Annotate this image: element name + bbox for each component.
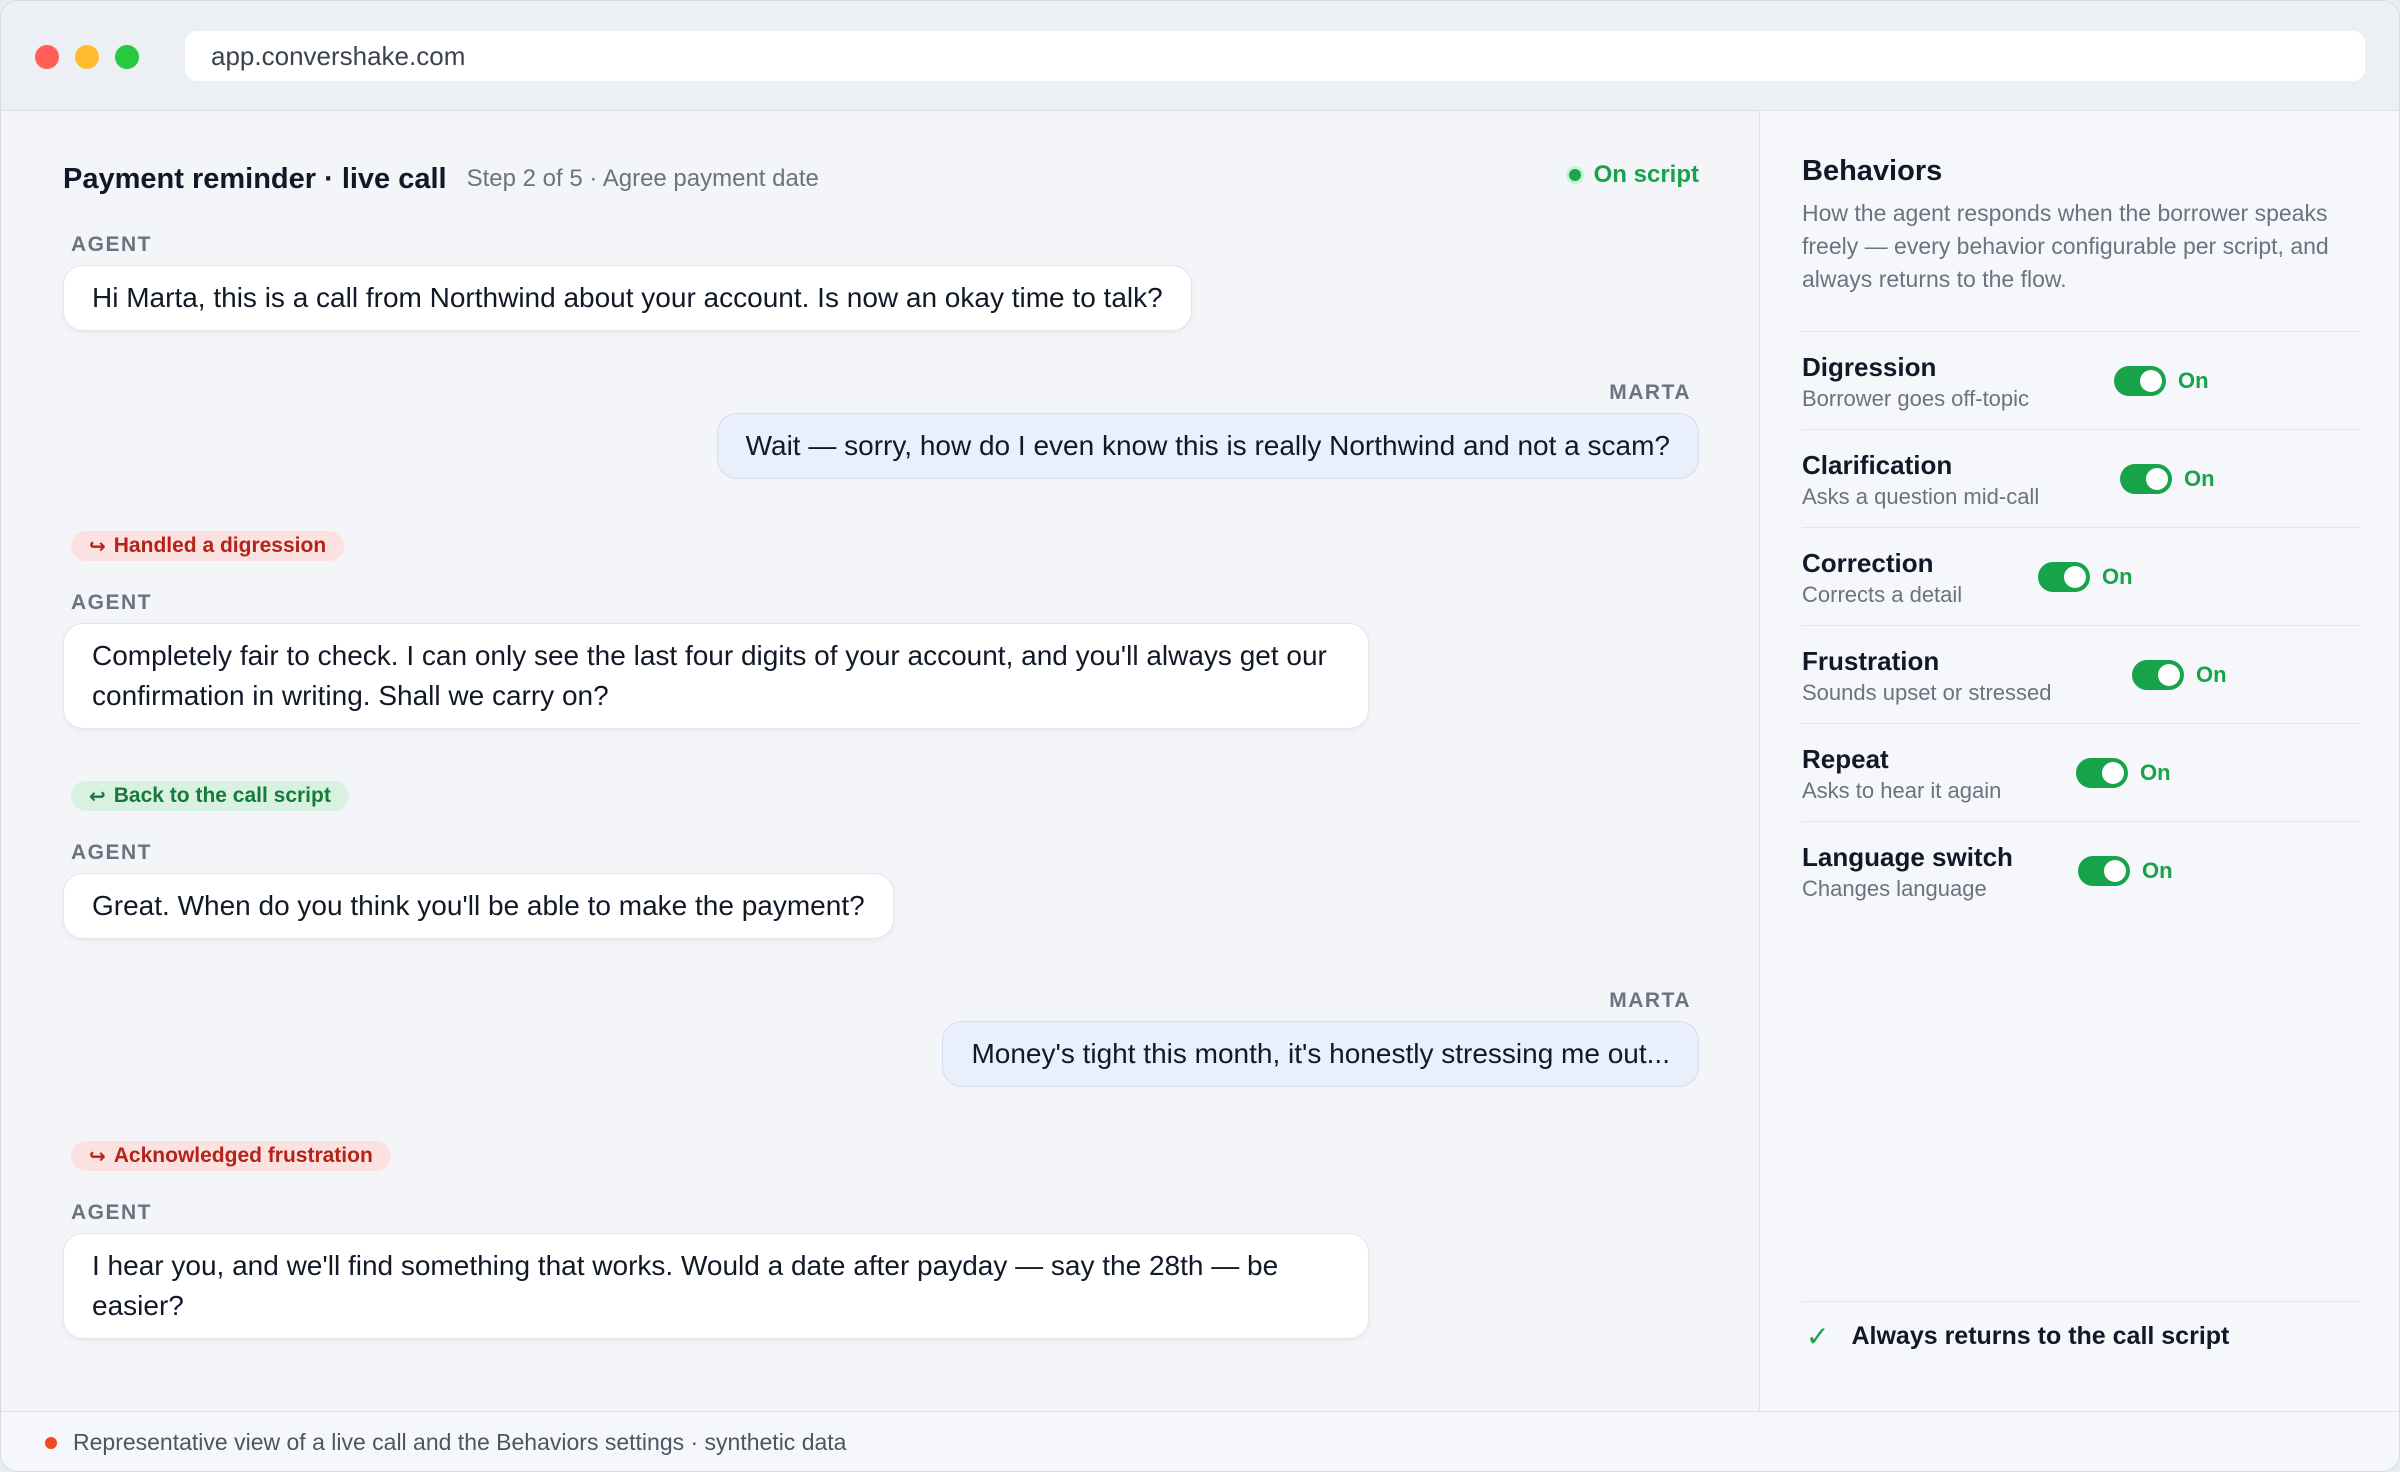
toggle-switch[interactable] — [2114, 366, 2166, 396]
repeat-toggle[interactable]: On — [2076, 758, 2171, 788]
return-arrow-icon: ↩ — [89, 785, 106, 808]
behaviors-footer: ✓ Always returns to the call script — [1802, 1301, 2360, 1371]
speaker-label: MARTA — [1609, 989, 1691, 1012]
call-step: Step 2 of 5 · Agree payment date — [466, 165, 819, 192]
borrower-message: Money's tight this month, it's honestly … — [942, 1021, 1699, 1087]
toggle-state: On — [2184, 466, 2215, 491]
call-title: Payment reminder · live call — [63, 162, 447, 195]
behavior-description: Changes language — [1802, 876, 1987, 901]
behavior-name: Correction — [1802, 548, 1934, 578]
speaker-label: AGENT — [71, 233, 152, 256]
behavior-tag-digression: ↪ Handled a digression — [71, 531, 345, 561]
speaker-label: AGENT — [71, 1201, 152, 1224]
toggle-knob — [2064, 566, 2086, 588]
toggle-state: On — [2140, 760, 2171, 785]
behavior-name: Frustration — [1802, 646, 1940, 676]
toggle-switch[interactable] — [2076, 758, 2128, 788]
behavior-name: Language switch — [1802, 842, 2013, 872]
behavior-description: Corrects a detail — [1802, 582, 1963, 607]
toggle-state: On — [2178, 368, 2209, 393]
call-header: Payment reminder · live call Step 2 of 5… — [63, 159, 1699, 199]
title-bar: app.convershake.com — [1, 1, 2399, 111]
agent-message: Hi Marta, this is a call from Northwind … — [63, 265, 1192, 331]
url-text: app.convershake.com — [211, 40, 466, 71]
status-dot-icon — [1565, 166, 1584, 184]
behavior-tag-return: ↩ Back to the call script — [71, 781, 349, 811]
agent-message: I hear you, and we'll find something tha… — [63, 1233, 1369, 1339]
tag-label: Back to the call script — [113, 784, 331, 807]
toggle-knob — [2102, 762, 2124, 784]
caption-text: Representative view of a live call and t… — [73, 1429, 847, 1455]
script-status-label: On script — [1593, 161, 1699, 188]
behaviors-title: Behaviors — [1802, 155, 1943, 187]
toggle-knob — [2146, 468, 2168, 490]
behavior-row-language-switch: Language switch Changes language On — [1802, 821, 2360, 919]
behavior-description: Asks to hear it again — [1802, 778, 2002, 803]
redirect-arrow-icon: ↪ — [89, 535, 106, 558]
toggle-knob — [2158, 664, 2180, 686]
behaviors-panel: Behaviors How the agent responds when th… — [1759, 111, 2399, 1411]
behavior-row-correction: Correction Corrects a detail On — [1802, 527, 2360, 625]
close-window-button[interactable] — [35, 45, 59, 69]
behavior-name: Clarification — [1802, 450, 1953, 480]
toggle-knob — [2104, 860, 2126, 882]
behavior-row-clarification: Clarification Asks a question mid-call O… — [1802, 429, 2360, 527]
frustration-toggle[interactable]: On — [2132, 660, 2227, 690]
address-bar[interactable]: app.convershake.com — [185, 31, 2365, 81]
agent-message: Completely fair to check. I can only see… — [63, 623, 1369, 729]
checkmark-icon: ✓ — [1806, 1321, 1830, 1352]
language-switch-toggle[interactable]: On — [2078, 856, 2173, 886]
toggle-switch[interactable] — [2120, 464, 2172, 494]
live-indicator-dot-icon — [45, 1436, 57, 1449]
behavior-description: Sounds upset or stressed — [1802, 680, 2052, 705]
behavior-row-repeat: Repeat Asks to hear it again On — [1802, 723, 2360, 821]
behavior-row-frustration: Frustration Sounds upset or stressed On — [1802, 625, 2360, 723]
behavior-description: Asks a question mid-call — [1802, 484, 2040, 509]
toggle-switch[interactable] — [2132, 660, 2184, 690]
behavior-name: Repeat — [1802, 744, 1889, 774]
maximize-window-button[interactable] — [115, 45, 139, 69]
caption-bar: Representative view of a live call and t… — [1, 1411, 2399, 1471]
call-transcript-panel: Payment reminder · live call Step 2 of 5… — [1, 111, 1759, 1411]
toggle-switch[interactable] — [2078, 856, 2130, 886]
behavior-tag-frustration: ↪ Acknowledged frustration — [71, 1141, 391, 1171]
script-status-badge: On script — [1565, 161, 1699, 189]
digression-toggle[interactable]: On — [2114, 366, 2209, 396]
clarification-toggle[interactable]: On — [2120, 464, 2215, 494]
always-returns-label: Always returns to the call script — [1851, 1322, 2230, 1350]
speaker-label: AGENT — [71, 841, 152, 864]
behavior-description: Borrower goes off-topic — [1802, 386, 2030, 411]
agent-message: Great. When do you think you'll be able … — [63, 873, 894, 939]
behaviors-description: How the agent responds when the borrower… — [1802, 200, 2329, 292]
correction-toggle[interactable]: On — [2038, 562, 2133, 592]
behavior-name: Digression — [1802, 352, 1937, 382]
tag-label: Handled a digression — [113, 534, 327, 557]
minimize-window-button[interactable] — [75, 45, 99, 69]
toggle-state: On — [2196, 662, 2227, 687]
behavior-row-digression: Digression Borrower goes off-topic On — [1802, 331, 2360, 429]
borrower-message: Wait — sorry, how do I even know this is… — [716, 413, 1699, 479]
tag-label: Acknowledged frustration — [113, 1144, 373, 1167]
toggle-state: On — [2142, 858, 2173, 883]
toggle-knob — [2140, 370, 2162, 392]
browser-window: app.convershake.com Payment reminder · l… — [0, 0, 2400, 1472]
speaker-label: MARTA — [1609, 381, 1691, 404]
speaker-label: AGENT — [71, 591, 152, 614]
redirect-arrow-icon: ↪ — [89, 1145, 106, 1168]
toggle-state: On — [2102, 564, 2133, 589]
toggle-switch[interactable] — [2038, 562, 2090, 592]
